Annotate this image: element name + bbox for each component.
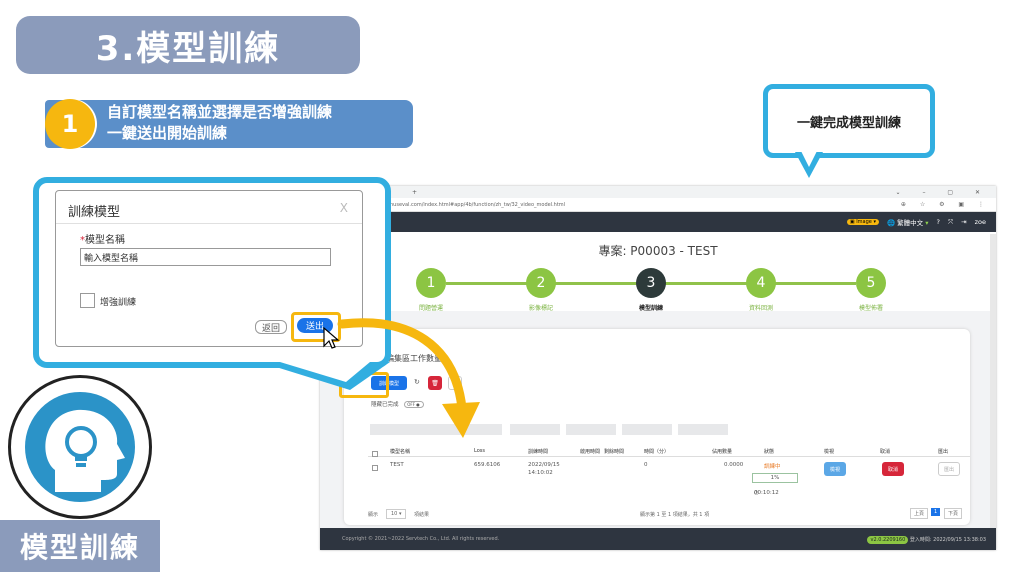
window-controls[interactable]: ⌄ – ▢ ✕: [896, 189, 996, 196]
col-minutes[interactable]: 時間（分）: [644, 448, 669, 455]
col-start-time[interactable]: 啟用時間: [580, 448, 600, 455]
logout-icon[interactable]: ⇥: [961, 218, 966, 226]
col-remaining-time[interactable]: 剩餘時間: [604, 448, 624, 455]
step-node-2[interactable]: 2: [526, 268, 556, 298]
login-time: 登入時間: 2022/09/15 13:38:03: [909, 536, 986, 543]
user-name[interactable]: zoe: [975, 218, 986, 226]
version-badge: v2.0.2209160: [867, 535, 909, 544]
head-silhouette: [25, 392, 135, 502]
col-export[interactable]: 匯出: [938, 448, 948, 455]
dialog-divider: [56, 223, 362, 224]
export-button[interactable]: 匯出: [938, 462, 960, 476]
step-node-4[interactable]: 4: [746, 268, 776, 298]
skeleton-bar: [678, 424, 728, 435]
app-footer: Copyright © 2021~2022 Servtech Co., Ltd.…: [320, 528, 996, 550]
view-button[interactable]: 檢視: [824, 462, 846, 476]
progress-indicator: 1%: [752, 473, 798, 483]
app-topbar: ▣ Image ▾ 🌐 繁體中文 ▾ ? ⤧ ⇥ zoe: [320, 212, 996, 232]
table-row: TEST 659.6106 2022/09/15 14:10:02 0 0.00…: [368, 459, 970, 499]
col-cancel[interactable]: 取消: [880, 448, 890, 455]
step-node-1[interactable]: 1: [416, 268, 446, 298]
select-all-checkbox[interactable]: [372, 451, 378, 457]
step-line-1: 自訂模型名稱並選擇是否增強訓練: [107, 103, 333, 121]
skeleton-bar: [566, 424, 616, 435]
col-loss[interactable]: Loss: [474, 448, 485, 454]
version-info: v2.0.2209160 登入時間: 2022/09/15 13:38:03: [867, 535, 996, 544]
row-model-name: TEST: [390, 462, 404, 468]
pager-info: 顯示第 1 至 1 項結果，共 1 項: [640, 512, 710, 518]
back-button[interactable]: 返回: [255, 320, 287, 334]
language-menu[interactable]: 🌐 繁體中文 ▾: [887, 217, 929, 227]
page-size-unit: 項結果: [414, 512, 430, 518]
col-train-time[interactable]: 訓練時間: [528, 448, 548, 455]
next-page-button[interactable]: 下頁: [944, 508, 963, 519]
model-name-label: *模型名稱: [80, 235, 125, 246]
row-time-date: 2022/09/15: [528, 462, 560, 468]
dialog-title: 訓練模型: [68, 205, 121, 220]
page-size-label: 顯示: [368, 512, 379, 518]
slide-title: 3.模型訓練: [16, 16, 360, 74]
url-text: at/.museval.com/index.html#app/4b/functi…: [380, 201, 566, 208]
step-number-badge: 1: [45, 99, 95, 149]
status-badge: 訓練中: [764, 464, 781, 470]
page-scrollbar[interactable]: [990, 234, 996, 528]
skeleton-bar: [510, 424, 560, 435]
col-view[interactable]: 檢視: [824, 448, 834, 455]
row-loss: 659.6106: [474, 462, 501, 468]
page-1-button[interactable]: 1: [931, 508, 941, 516]
close-icon[interactable]: X: [340, 201, 348, 215]
step-banner: 自訂模型名稱並選擇是否增強訓練 一鍵送出開始訓練: [45, 100, 413, 148]
enhanced-training-checkbox[interactable]: [80, 293, 95, 308]
new-tab-button[interactable]: +: [412, 189, 417, 196]
step-node-5[interactable]: 5: [856, 268, 886, 298]
browser-tabbar: + ⌄ – ▢ ✕: [320, 186, 996, 198]
image-menu[interactable]: ▣ Image ▾: [846, 219, 879, 225]
step-node-3[interactable]: 3: [636, 268, 666, 298]
prev-page-button[interactable]: 上頁: [910, 508, 929, 519]
help-icon[interactable]: ?: [937, 218, 940, 226]
col-model-name[interactable]: 模型名稱: [390, 448, 410, 455]
step-line-2: 一鍵送出開始訓練: [107, 124, 228, 142]
copyright-text: Copyright © 2021~2022 Servtech Co., Ltd.…: [342, 536, 500, 542]
col-quota[interactable]: 佔用數量: [712, 448, 732, 455]
section-label: 模型訓練: [0, 520, 160, 572]
browser-toolbar-icons[interactable]: ⊕ ☆ ⚙ ▣ ⋮: [901, 201, 996, 208]
cancel-button[interactable]: 取消: [882, 462, 904, 476]
row-quota: 0.0000: [724, 462, 744, 468]
enhanced-training-label: 增強訓練: [100, 298, 137, 308]
fullscreen-icon[interactable]: ⤧: [948, 218, 953, 227]
model-name-input[interactable]: [80, 248, 331, 266]
callout-tail-inner: [801, 151, 817, 167]
address-bar[interactable]: at/.museval.com/index.html#app/4b/functi…: [320, 198, 996, 212]
row-minutes: 0: [644, 462, 648, 468]
project-title: 專案: P00003 - TEST: [598, 244, 718, 258]
image-icon: ▣: [849, 219, 855, 225]
train-model-dialog: 訓練模型 X *模型名稱 增強訓練 返回 送出: [55, 190, 363, 349]
profile-head-icon: [8, 375, 152, 519]
row-checkbox[interactable]: [372, 465, 378, 471]
table-header: 模型名稱 Loss 訓練時間 啟用時間 剩餘時間 時間（分） 佔用數量 狀態 檢…: [368, 445, 970, 457]
lightbulb-head-icon: [45, 409, 126, 492]
flow-arrow-icon: [337, 318, 480, 438]
row-time-clock: 14:10:02: [528, 470, 553, 476]
skeleton-bar: [622, 424, 672, 435]
page-size-select[interactable]: 10 ▾: [386, 509, 407, 519]
col-status[interactable]: 狀態: [764, 448, 774, 455]
callout-bubble: 一鍵完成模型訓練: [763, 84, 935, 158]
workflow-stepper: 1 2 3 4 5 問題營運 影像標記 模型訓練 資料回測 模型佈署: [416, 268, 886, 312]
